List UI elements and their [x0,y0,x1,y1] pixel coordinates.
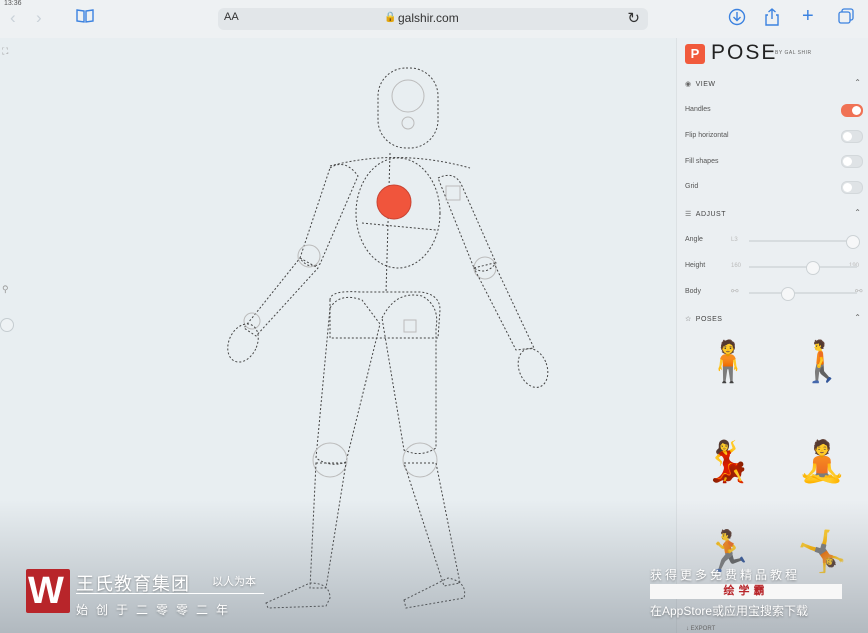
right-upper-arm [437,174,497,272]
pelvis-shape [329,291,441,339]
chevron-left-icon[interactable]: ‹ [10,8,16,28]
left-upper-arm [299,163,359,267]
brand-subtitle: 始创于二零零二年 [76,603,237,617]
promo-app-name: 绘学霸 [650,584,842,599]
height-slider[interactable] [749,261,857,275]
selected-joint-handle [376,184,412,220]
download-icon[interactable] [728,8,746,31]
hip-handle [403,319,417,333]
browser-toolbar: 13:36 ‹ › AA 🔒 galshir.com ↻ + [0,0,868,39]
height-min-label: 160 [731,263,742,269]
brand-logo-mark: W [28,570,64,612]
pose-thumb-sitting[interactable]: 🧘 [797,438,847,485]
waist-line [361,222,437,231]
right-forearm [473,262,535,351]
handles-label: Handles [685,106,711,113]
pose-thumb-standing[interactable]: 🧍 [703,338,753,385]
body-slider[interactable] [749,287,857,301]
chevron-up-icon[interactable]: ⌃ [854,313,861,322]
left-forearm [243,257,319,337]
pose-logo: P [685,44,705,64]
app-byline: BY GAL SHIR [775,50,812,56]
star-icon: ☆ [685,316,692,323]
body-slider-thumb[interactable] [780,287,795,301]
promo-line-3: 在AppStore或应用宝搜索下载 [650,604,809,618]
app-title: POSE [711,41,778,64]
shoulder-line [329,157,471,169]
view-section-header[interactable]: ◉ VIEW [685,80,716,88]
right-knee-handle [402,442,438,478]
angle-slider-thumb[interactable] [845,235,860,249]
pose-thumb-dancing[interactable]: 💃 [703,438,753,485]
right-elbow-handle [473,256,497,280]
angle-label: Angle [685,236,703,243]
lock-icon: 🔒 [384,12,397,23]
promo-line-1: 获得更多免费精品教程 [650,568,801,582]
height-label: Height [685,262,706,269]
flip-horizontal-toggle[interactable] [841,130,863,143]
spine-line [385,152,391,294]
url-text[interactable]: galshir.com [398,11,459,25]
sliders-icon: ☰ [685,211,692,218]
eye-icon: ◉ [685,81,692,88]
view-label: VIEW [695,81,716,88]
body-label: Body [685,288,701,295]
address-bar[interactable]: AA 🔒 galshir.com ↻ [218,8,648,30]
fill-shapes-label: Fill shapes [685,158,719,165]
left-knee-handle [312,442,348,478]
grid-toggle[interactable] [841,181,863,194]
angle-slider[interactable] [749,235,860,249]
chevron-up-icon[interactable]: ⌃ [854,78,861,87]
grid-label: Grid [685,183,699,190]
chevron-right-icon[interactable]: › [36,8,42,28]
export-label: EXPORT [690,626,716,632]
plus-icon[interactable]: + [802,6,814,26]
poses-section-header[interactable]: ☆ POSES [685,315,722,323]
poses-label: POSES [695,316,723,323]
left-thigh [315,296,381,465]
neck-handle [401,116,415,130]
brand-logo: W [26,569,70,613]
right-hand [517,348,549,388]
share-icon[interactable] [764,8,780,31]
adjust-label: ADJUST [695,211,727,218]
handles-toggle[interactable] [841,104,863,117]
head-handle [391,79,425,113]
book-icon[interactable] [76,8,94,29]
pose-thumb-walking[interactable]: 🚶 [797,338,847,385]
brand-divider [76,593,264,594]
flip-horizontal-label: Flip horizontal [685,132,729,139]
right-shoulder-handle [445,185,461,201]
left-elbow-handle [297,244,321,268]
tabs-icon[interactable] [838,8,854,29]
height-slider-thumb[interactable] [805,261,820,275]
right-thigh [381,294,438,454]
brand-slogan: 以人为本 [212,576,256,588]
reload-icon[interactable]: ↻ [627,9,640,27]
text-size-button[interactable]: AA [224,11,239,23]
adjust-section-header[interactable]: ☰ ADJUST [685,210,726,218]
angle-min-label: L3 [731,237,738,243]
fill-shapes-toggle[interactable] [841,155,863,168]
status-time: 13:36 [4,0,22,7]
thin-body-icon: ⚯ [731,286,739,296]
export-section-header[interactable]: ↓ EXPORT [686,626,715,632]
chevron-up-icon[interactable]: ⌃ [854,208,861,217]
left-wrist-handle [243,312,261,330]
